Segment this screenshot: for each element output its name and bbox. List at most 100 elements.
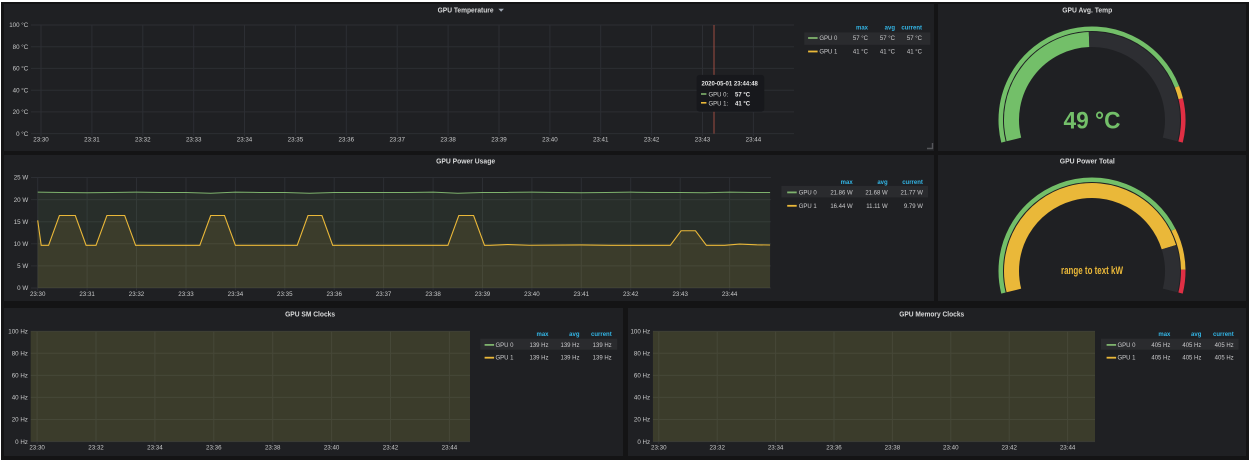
- svg-text:49 °C: 49 °C: [1064, 108, 1121, 135]
- svg-text:23:35: 23:35: [277, 291, 293, 298]
- svg-text:139 Hz: 139 Hz: [529, 355, 548, 361]
- svg-text:23:41: 23:41: [593, 137, 609, 144]
- svg-text:60 Hz: 60 Hz: [12, 372, 28, 379]
- svg-text:GPU 1: GPU 1: [819, 50, 838, 56]
- svg-text:25 W: 25 W: [14, 174, 29, 181]
- svg-text:GPU 0: GPU 0: [1118, 342, 1137, 348]
- svg-text:avg: avg: [1191, 331, 1202, 337]
- svg-text:100 °C: 100 °C: [9, 22, 29, 29]
- svg-text:23:34: 23:34: [768, 444, 784, 451]
- svg-text:GPU 1: GPU 1: [1118, 355, 1137, 361]
- svg-text:23:40: 23:40: [524, 291, 540, 298]
- svg-text:60 °C: 60 °C: [13, 66, 29, 73]
- svg-text:100 Hz: 100 Hz: [630, 328, 650, 335]
- svg-text:139 Hz: 139 Hz: [560, 342, 579, 348]
- svg-text:405 Hz: 405 Hz: [1151, 342, 1170, 348]
- svg-text:23:40: 23:40: [324, 444, 340, 451]
- svg-text:GPU Memory Clocks: GPU Memory Clocks: [899, 309, 964, 318]
- svg-text:avg: avg: [569, 331, 580, 337]
- svg-text:23:32: 23:32: [129, 291, 145, 298]
- svg-text:40 °C: 40 °C: [13, 87, 29, 94]
- svg-text:23:36: 23:36: [826, 444, 842, 451]
- svg-text:avg: avg: [877, 180, 888, 186]
- svg-text:GPU Power Usage: GPU Power Usage: [436, 156, 495, 165]
- svg-text:21.86 W: 21.86 W: [830, 190, 853, 196]
- svg-text:max: max: [1158, 331, 1171, 337]
- svg-text:405 Hz: 405 Hz: [1215, 355, 1234, 361]
- svg-text:57 °C: 57 °C: [880, 36, 896, 42]
- svg-text:GPU 1:: GPU 1:: [709, 101, 729, 107]
- svg-text:max: max: [856, 26, 869, 32]
- svg-text:23:39: 23:39: [491, 137, 507, 144]
- svg-text:41 °C: 41 °C: [853, 50, 869, 56]
- svg-text:23:44: 23:44: [722, 291, 738, 298]
- svg-text:20 Hz: 20 Hz: [12, 416, 28, 423]
- svg-text:139 Hz: 139 Hz: [593, 342, 612, 348]
- svg-text:range to text kW: range to text kW: [1061, 265, 1123, 277]
- svg-text:23:42: 23:42: [1001, 444, 1017, 451]
- svg-text:139 Hz: 139 Hz: [593, 355, 612, 361]
- svg-text:23:33: 23:33: [186, 137, 202, 144]
- svg-text:23:30: 23:30: [33, 137, 49, 144]
- svg-text:23:38: 23:38: [425, 291, 441, 298]
- svg-text:11.11 W: 11.11 W: [866, 203, 888, 209]
- svg-text:9.79 W: 9.79 W: [904, 203, 923, 209]
- svg-text:41 °C: 41 °C: [735, 101, 751, 107]
- svg-text:405 Hz: 405 Hz: [1215, 342, 1234, 348]
- svg-text:23:38: 23:38: [440, 137, 456, 144]
- svg-text:GPU 0: GPU 0: [799, 190, 818, 196]
- svg-text:max: max: [841, 180, 854, 186]
- svg-text:16.44 W: 16.44 W: [830, 203, 853, 209]
- svg-text:23:40: 23:40: [542, 137, 558, 144]
- svg-text:23:42: 23:42: [383, 444, 399, 451]
- svg-text:23:44: 23:44: [746, 137, 762, 144]
- svg-text:23:38: 23:38: [265, 444, 281, 451]
- svg-text:current: current: [902, 180, 923, 186]
- svg-text:23:44: 23:44: [1060, 444, 1076, 451]
- svg-text:57 °C: 57 °C: [907, 36, 923, 42]
- svg-text:57 °C: 57 °C: [735, 93, 751, 99]
- svg-text:23:31: 23:31: [79, 291, 95, 298]
- svg-text:23:43: 23:43: [695, 137, 711, 144]
- svg-text:0 Hz: 0 Hz: [637, 438, 650, 445]
- svg-text:41 °C: 41 °C: [907, 50, 923, 56]
- svg-text:21.68 W: 21.68 W: [865, 190, 888, 196]
- svg-text:avg: avg: [885, 26, 896, 32]
- svg-text:405 Hz: 405 Hz: [1182, 342, 1201, 348]
- svg-text:15 W: 15 W: [14, 218, 29, 225]
- svg-text:GPU Power Total: GPU Power Total: [1060, 156, 1115, 165]
- svg-text:current: current: [591, 331, 612, 337]
- svg-text:23:38: 23:38: [885, 444, 901, 451]
- svg-text:0 Hz: 0 Hz: [15, 438, 28, 445]
- svg-text:405 Hz: 405 Hz: [1182, 355, 1201, 361]
- svg-text:5 W: 5 W: [17, 263, 28, 270]
- svg-text:23:40: 23:40: [943, 444, 959, 451]
- svg-text:23:42: 23:42: [644, 137, 660, 144]
- svg-text:21.77 W: 21.77 W: [901, 190, 924, 196]
- svg-text:23:30: 23:30: [651, 444, 667, 451]
- svg-text:GPU SM Clocks: GPU SM Clocks: [285, 309, 335, 318]
- svg-text:23:32: 23:32: [709, 444, 725, 451]
- svg-text:23:32: 23:32: [135, 137, 151, 144]
- svg-text:23:30: 23:30: [29, 444, 45, 451]
- svg-text:139 Hz: 139 Hz: [529, 342, 548, 348]
- svg-text:80 Hz: 80 Hz: [12, 350, 28, 357]
- svg-text:23:37: 23:37: [389, 137, 405, 144]
- svg-text:23:43: 23:43: [672, 291, 688, 298]
- svg-text:80 Hz: 80 Hz: [634, 350, 650, 357]
- svg-text:23:34: 23:34: [237, 137, 253, 144]
- svg-text:23:42: 23:42: [623, 291, 639, 298]
- svg-text:GPU Temperature: GPU Temperature: [438, 5, 494, 14]
- svg-text:GPU Avg. Temp: GPU Avg. Temp: [1062, 5, 1112, 14]
- svg-text:40 Hz: 40 Hz: [12, 394, 28, 401]
- svg-text:80 °C: 80 °C: [13, 44, 29, 51]
- svg-text:GPU 1: GPU 1: [496, 355, 515, 361]
- svg-text:0 W: 0 W: [17, 285, 28, 292]
- svg-text:GPU 1: GPU 1: [799, 203, 818, 209]
- svg-text:23:34: 23:34: [228, 291, 244, 298]
- svg-text:20 Hz: 20 Hz: [634, 416, 650, 423]
- svg-text:0 °C: 0 °C: [16, 131, 29, 138]
- svg-text:current: current: [901, 26, 922, 32]
- svg-text:100 Hz: 100 Hz: [8, 328, 28, 335]
- svg-text:current: current: [1213, 331, 1234, 337]
